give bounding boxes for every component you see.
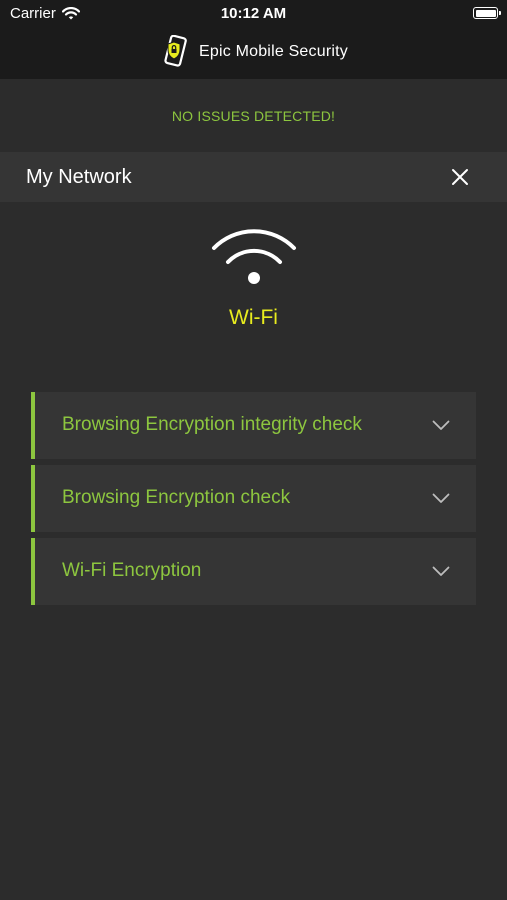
check-label: Browsing Encryption check (62, 487, 291, 508)
network-name: Wi-Fi (229, 306, 278, 329)
section-title: My Network (26, 166, 132, 188)
shield-phone-logo-icon (164, 35, 187, 67)
chevron-down-icon (432, 493, 450, 503)
section-header: My Network (0, 152, 507, 202)
battery-tip (499, 11, 501, 15)
check-label: Wi-Fi Encryption (62, 560, 202, 581)
status-banner: NO ISSUES DETECTED! (0, 79, 507, 152)
battery-level (475, 9, 496, 17)
close-button[interactable] (449, 166, 471, 188)
app-header: Epic Mobile Security (0, 30, 507, 74)
check-item-browsing-encryption[interactable]: Browsing Encryption check (31, 465, 476, 532)
status-message: NO ISSUES DETECTED! (171, 107, 336, 124)
status-bar: Carrier 10:12 AM (0, 0, 507, 28)
close-icon (452, 169, 468, 185)
clock: 10:12 AM (220, 5, 287, 22)
network-detail: Wi-Fi Browsing Encryption integrity chec… (0, 202, 507, 900)
chevron-down-icon (432, 566, 450, 576)
check-label: Browsing Encryption integrity check (62, 414, 362, 435)
check-list: Browsing Encryption integrity check Brow… (31, 392, 476, 611)
top-bar: Carrier 10:12 AM Epic Mobile Security (0, 0, 507, 79)
wifi-icon (212, 229, 296, 284)
battery-icon (473, 7, 501, 19)
check-item-browsing-encryption-integrity[interactable]: Browsing Encryption integrity check (31, 392, 476, 459)
chevron-down-icon (432, 420, 450, 430)
app-title: Epic Mobile Security (199, 43, 348, 60)
check-item-wifi-encryption[interactable]: Wi-Fi Encryption (31, 538, 476, 605)
